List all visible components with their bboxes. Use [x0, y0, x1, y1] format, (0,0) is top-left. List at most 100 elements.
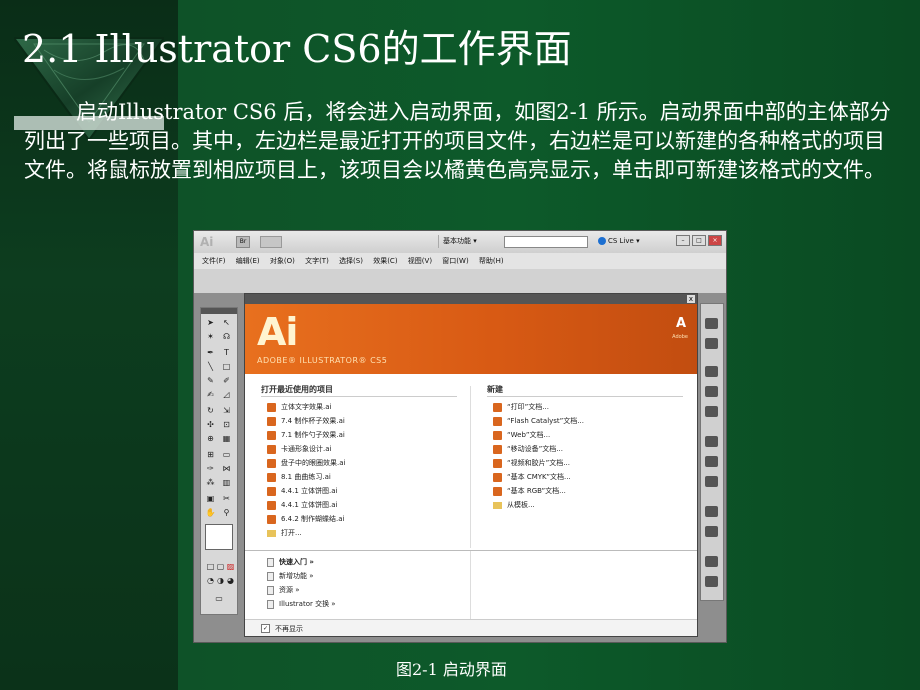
page-icon — [267, 571, 274, 581]
new-document-item[interactable]: “视频和胶片”文档... — [493, 458, 570, 468]
zoom-tool-icon[interactable]: ⚲ — [220, 508, 233, 518]
new-document-item[interactable]: “Flash Catalyst”文档... — [493, 416, 584, 426]
illustrator-exchange-link[interactable]: Illustrator 交换 » — [267, 599, 336, 609]
new-document-item[interactable]: “基本 RGB”文档... — [493, 486, 566, 496]
new-document-item[interactable]: “Web”文档... — [493, 430, 550, 440]
workspace-switcher[interactable]: 基本功能 ▾ — [438, 235, 481, 248]
cs-live-button[interactable]: CS Live ▾ — [598, 235, 640, 248]
menu-bar: 文件(F) 编辑(E) 对象(O) 文字(T) 选择(S) 效果(C) 视图(V… — [194, 253, 726, 270]
dont-show-checkbox[interactable]: ✓ — [261, 624, 270, 633]
arrange-documents-button[interactable] — [260, 236, 282, 248]
close-app-button[interactable]: × — [708, 235, 722, 246]
minimize-button[interactable]: – — [676, 235, 690, 246]
rectangle-tool-icon[interactable]: □ — [220, 362, 233, 372]
recent-file-item[interactable]: 4.4.1 立体饼图.ai — [267, 486, 338, 496]
welcome-title-bar: x — [245, 294, 697, 304]
appearance-panel-icon[interactable] — [705, 506, 718, 517]
tools-panel: ➤ ↖ ✶ ☊ ✒ T ╲ □ ✎ ✐ ✍ ◿ ↻ ⇲ ✣ ⊡ ⊕ ▦ ⊞ ▭ … — [200, 307, 238, 615]
new-document-item[interactable]: “打印”文档... — [493, 402, 549, 412]
graph-tool-icon[interactable]: ▥ — [220, 478, 233, 488]
resources-link[interactable]: 资源 » — [267, 585, 300, 595]
artboard-tool-icon[interactable]: ▣ — [204, 494, 217, 504]
free-transform-tool-icon[interactable]: ⊡ — [220, 420, 233, 430]
perspective-grid-tool-icon[interactable]: ▦ — [220, 434, 233, 444]
slide-title: 2.1 Illustrator CS6的工作界面 — [22, 27, 572, 71]
line-tool-icon[interactable]: ╲ — [204, 362, 217, 372]
screen-mode-icon[interactable]: ▭ — [209, 594, 229, 604]
tools-panel-header[interactable] — [201, 308, 237, 314]
help-search-input[interactable] — [504, 236, 588, 248]
maximize-button[interactable]: □ — [692, 235, 706, 246]
menu-object[interactable]: 对象(O) — [270, 253, 295, 269]
slide-paragraph: 启动Illustrator CS6 后，将会进入启动界面，如图2-1 所示。启动… — [24, 100, 891, 182]
slice-tool-icon[interactable]: ✂ — [220, 494, 233, 504]
width-tool-icon[interactable]: ✣ — [204, 420, 217, 430]
color-guide-panel-icon[interactable] — [705, 338, 718, 349]
menu-help[interactable]: 帮助(H) — [479, 253, 504, 269]
none-mode-icon[interactable]: ▨ — [224, 562, 237, 572]
from-template-item[interactable]: 从模板... — [493, 500, 535, 510]
page-icon — [267, 557, 274, 567]
transparency-panel-icon[interactable] — [705, 476, 718, 487]
draw-inside-icon[interactable]: ◕ — [224, 576, 237, 586]
gradient-tool-icon[interactable]: ▭ — [220, 450, 233, 460]
graphic-styles-panel-icon[interactable] — [705, 526, 718, 537]
blob-brush-tool-icon[interactable]: ✍ — [204, 390, 217, 400]
brushes-panel-icon[interactable] — [705, 386, 718, 397]
menu-view[interactable]: 视图(V) — [408, 253, 432, 269]
new-document-item[interactable]: “移动设备”文档... — [493, 444, 563, 454]
recent-file-item[interactable]: 盘子中的眼圈效果.ai — [267, 458, 345, 468]
new-document-item[interactable]: “基本 CMYK”文档... — [493, 472, 571, 482]
welcome-footer: ✓ 不再显示 — [245, 619, 697, 636]
new-divider — [487, 396, 683, 397]
getting-started-link[interactable]: 快速入门 » — [267, 557, 314, 567]
direct-selection-tool-icon[interactable]: ↖ — [220, 318, 233, 328]
eraser-tool-icon[interactable]: ◿ — [220, 390, 233, 400]
selection-tool-icon[interactable]: ➤ — [204, 318, 217, 328]
lasso-tool-icon[interactable]: ☊ — [220, 332, 233, 342]
paintbrush-tool-icon[interactable]: ✎ — [204, 376, 217, 386]
welcome-close-button[interactable]: x — [687, 295, 695, 303]
eyedropper-tool-icon[interactable]: ✑ — [204, 464, 217, 474]
open-file-item[interactable]: 打开... — [267, 528, 302, 538]
symbol-sprayer-tool-icon[interactable]: ⁂ — [204, 478, 217, 488]
shape-builder-tool-icon[interactable]: ⊕ — [204, 434, 217, 444]
scale-tool-icon[interactable]: ⇲ — [220, 406, 233, 416]
ai-file-icon — [493, 486, 502, 496]
recent-file-item[interactable]: 7.4 制作杯子效果.ai — [267, 416, 345, 426]
hand-tool-icon[interactable]: ✋ — [204, 508, 217, 518]
gradient-panel-icon[interactable] — [705, 456, 718, 467]
pencil-tool-icon[interactable]: ✐ — [220, 376, 233, 386]
recent-file-item[interactable]: 4.4.1 立体饼图.ai — [267, 500, 338, 510]
menu-edit[interactable]: 编辑(E) — [236, 253, 260, 269]
blend-tool-icon[interactable]: ⋈ — [220, 464, 233, 474]
pen-tool-icon[interactable]: ✒ — [204, 348, 217, 358]
symbols-panel-icon[interactable] — [705, 406, 718, 417]
recent-file-item[interactable]: 8.1 曲曲练习.ai — [267, 472, 331, 482]
recent-file-item[interactable]: 6.4.2 制作蝴蝶结.ai — [267, 514, 345, 524]
bridge-button[interactable]: Br — [236, 236, 250, 248]
recent-file-item[interactable]: 立体文字效果.ai — [267, 402, 331, 412]
fill-stroke-swatch[interactable] — [205, 524, 233, 550]
menu-file[interactable]: 文件(F) — [202, 253, 226, 269]
links-separator — [470, 551, 471, 621]
recent-file-item[interactable]: 7.1 制作勺子效果.ai — [267, 430, 345, 440]
stroke-panel-icon[interactable] — [705, 436, 718, 447]
magic-wand-tool-icon[interactable]: ✶ — [204, 332, 217, 342]
banner-product-name: ADOBE® ILLUSTRATOR® CS5 — [257, 356, 388, 365]
recent-file-item[interactable]: 卡通形象设计.ai — [267, 444, 331, 454]
type-tool-icon[interactable]: T — [220, 348, 233, 358]
new-features-link[interactable]: 新增功能 » — [267, 571, 314, 581]
layers-panel-icon[interactable] — [705, 556, 718, 567]
menu-window[interactable]: 窗口(W) — [442, 253, 468, 269]
mesh-tool-icon[interactable]: ⊞ — [204, 450, 217, 460]
ai-file-icon — [267, 430, 276, 440]
menu-effect[interactable]: 效果(C) — [373, 253, 397, 269]
color-panel-icon[interactable] — [705, 318, 718, 329]
swatches-panel-icon[interactable] — [705, 366, 718, 377]
rotate-tool-icon[interactable]: ↻ — [204, 406, 217, 416]
menu-type[interactable]: 文字(T) — [305, 253, 329, 269]
menu-select[interactable]: 选择(S) — [339, 253, 363, 269]
ai-file-icon — [267, 458, 276, 468]
artboards-panel-icon[interactable] — [705, 576, 718, 587]
